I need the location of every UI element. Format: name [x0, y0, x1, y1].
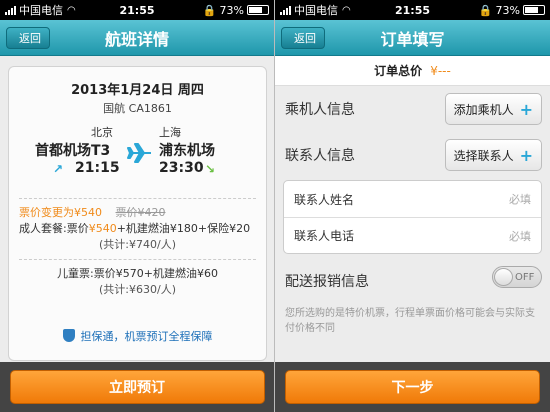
adult-price-block: 票价变更为¥540 票价¥420 成人套餐:票价¥540+机建燃油¥180+保险… [9, 199, 266, 259]
back-button[interactable]: 返回 [6, 27, 50, 49]
total-value: ¥--- [430, 63, 451, 78]
price-change-text: 票价变更为¥540 [19, 206, 102, 219]
add-passenger-label: 添加乘机人 [453, 102, 514, 117]
arrive-airport: 浦东机场 [159, 143, 215, 159]
order-form-screen: 中国电信 ◠ 21:55 🔒 73% 返回 订单填写 订单总价 ¥--- 乘机人… [275, 0, 550, 412]
next-step-button[interactable]: 下一步 [285, 370, 540, 404]
contact-name-placeholder: 必填 [509, 193, 531, 206]
battery-icon [247, 5, 269, 15]
passenger-label: 乘机人信息 [285, 102, 355, 118]
arrive-city: 上海 [159, 126, 181, 139]
flight-route: 北京 首都机场T3 ↗ 21:15 上海 浦东机场 23:30 ↘ [9, 124, 266, 184]
adult-price-prefix: 票价 [66, 222, 89, 235]
back-button[interactable]: 返回 [281, 27, 325, 49]
add-passenger-button[interactable]: 添加乘机人 + [444, 93, 542, 125]
arrive-time: 23:30 [159, 160, 204, 176]
landing-arrow-icon: ↘ [205, 162, 216, 176]
bottom-bar: 立即预订 [0, 362, 274, 412]
status-time: 21:55 [119, 3, 155, 17]
contact-phone-label: 联系人电话 [294, 229, 355, 243]
page-title: 航班详情 [104, 29, 169, 49]
contact-form: 联系人姓名 必填 联系人电话 必填 [283, 180, 542, 254]
adult-price: ¥540 [88, 222, 117, 235]
toggle-knob [494, 268, 513, 286]
shield-icon [62, 329, 75, 342]
depart-city: 北京 [91, 126, 113, 139]
delivery-row: 配送报销信息 OFF [275, 258, 550, 304]
status-bar: 中国电信 ◠ 21:55 🔒 73% [275, 0, 550, 20]
contact-name-field[interactable]: 联系人姓名 必填 [284, 181, 541, 217]
contact-row: 联系人信息 选择联系人 + [275, 132, 550, 178]
contact-name-label: 联系人姓名 [294, 192, 355, 207]
child-price-block: 儿童票:票价¥570+机建燃油¥60 (共计:¥630/人) [9, 260, 266, 304]
bottom-bar: 下一步 [275, 362, 550, 412]
order-total-bar: 订单总价 ¥--- [275, 56, 550, 86]
navbar: 返回 航班详情 [0, 20, 274, 56]
contact-phone-placeholder: 必填 [509, 229, 531, 243]
delivery-toggle[interactable]: OFF [492, 266, 542, 288]
contact-label: 联系人信息 [285, 148, 355, 164]
old-price: 票价¥420 [115, 206, 166, 219]
toggle-state: OFF [515, 271, 535, 283]
plane-icon [127, 143, 151, 163]
guarantee-link[interactable]: 担保通，机票预订全程保障 [0, 328, 274, 344]
status-bar: 中国电信 ◠ 21:55 🔒 73% [0, 0, 274, 20]
child-price: 儿童票:票价¥570+机建燃油¥60 [57, 267, 218, 280]
flight-card: 2013年1月24日 周四 国航 CA1861 北京 首都机场T3 ↗ 21:1… [8, 66, 267, 361]
depart-airport: 首都机场T3 [35, 143, 111, 159]
contact-phone-field[interactable]: 联系人电话 必填 [284, 217, 541, 253]
battery-icon [523, 5, 545, 15]
guarantee-text: 担保通，机票预订全程保障 [80, 330, 213, 343]
adult-total: (共计:¥740/人) [99, 238, 176, 251]
delivery-label: 配送报销信息 [285, 274, 369, 290]
flight-detail-screen: 中国电信 ◠ 21:55 🔒 73% 返回 航班详情 2013年1月24日 周四… [0, 0, 275, 412]
depart-time: 21:15 [75, 160, 120, 176]
adult-extra: +机建燃油¥180+保险¥20 [116, 222, 251, 235]
status-time: 21:55 [394, 3, 430, 17]
total-label: 订单总价 [374, 64, 423, 78]
select-contact-label: 选择联系人 [453, 148, 514, 163]
flight-number: 国航 CA1861 [103, 102, 172, 115]
select-contact-button[interactable]: 选择联系人 + [444, 139, 542, 171]
plus-icon: + [519, 99, 533, 119]
adult-label: 成人套餐: [19, 222, 67, 235]
child-total: (共计:¥630/人) [99, 283, 176, 296]
page-title: 订单填写 [380, 29, 445, 49]
navbar: 返回 订单填写 [275, 20, 550, 56]
passenger-row: 乘机人信息 添加乘机人 + [275, 86, 550, 132]
price-note: 您所选购的是特价机票，行程单票面价格可能会与实际支付价格不同 [285, 308, 535, 334]
book-now-button[interactable]: 立即预订 [9, 370, 265, 404]
plus-icon: + [519, 145, 533, 165]
takeoff-arrow-icon: ↗ [53, 162, 64, 176]
flight-date: 2013年1月24日 周四 [71, 83, 204, 98]
